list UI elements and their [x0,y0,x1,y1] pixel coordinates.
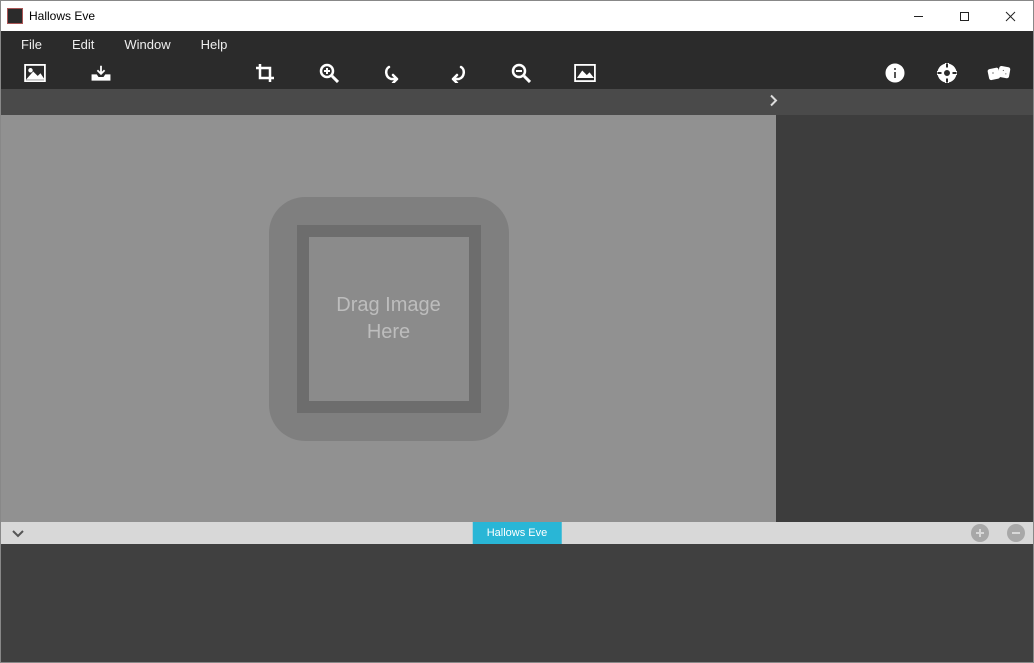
window-minimize-button[interactable] [895,1,941,31]
dropzone-label: Drag Image Here [309,237,469,401]
remove-tab-button[interactable] [1007,524,1025,542]
plus-icon [975,528,985,538]
window-titlebar: Hallows Eve [1,1,1033,31]
window-title: Hallows Eve [29,9,95,23]
fit-image-button[interactable] [573,61,597,85]
undo-button[interactable] [381,61,405,85]
menu-edit[interactable]: Edit [58,33,108,56]
info-button[interactable] [883,61,907,85]
zoom-out-button[interactable] [509,61,533,85]
add-tab-button[interactable] [971,524,989,542]
inbox-icon [90,64,112,82]
dropzone-frame: Drag Image Here [297,225,481,413]
random-button[interactable] [987,61,1011,85]
info-icon [885,63,905,83]
crop-icon [255,63,275,83]
chevron-right-icon[interactable] [768,94,778,111]
crop-button[interactable] [253,61,277,85]
bottom-panel [1,544,1033,662]
image-icon [24,64,46,82]
minus-icon [1011,528,1021,538]
redo-button[interactable] [445,61,469,85]
tab-active-label: Hallows Eve [487,527,548,539]
panel-header-strip [1,89,1033,115]
support-icon [937,63,957,83]
help-button[interactable] [935,61,959,85]
redo-icon [447,63,467,83]
picture-icon [574,64,596,82]
menu-window[interactable]: Window [110,33,184,56]
dropzone[interactable]: Drag Image Here [269,197,509,441]
window-close-button[interactable] [987,1,1033,31]
window-maximize-button[interactable] [941,1,987,31]
save-button[interactable] [89,61,113,85]
tab-strip: Hallows Eve [1,522,1033,544]
menubar: File Edit Window Help [1,31,1033,57]
zoom-in-icon [319,63,339,83]
toolbar [1,57,1033,89]
undo-icon [383,63,403,83]
main-area: Drag Image Here [1,115,1033,522]
tab-active[interactable]: Hallows Eve [473,522,562,544]
zoom-in-button[interactable] [317,61,341,85]
app-icon [7,8,23,24]
side-panel [776,115,1033,522]
menu-file[interactable]: File [7,33,56,56]
menu-help[interactable]: Help [187,33,242,56]
expand-panel-button[interactable] [11,526,25,541]
dice-icon [987,63,1011,83]
zoom-out-icon [511,63,531,83]
canvas-area[interactable]: Drag Image Here [1,115,776,522]
open-image-button[interactable] [23,61,47,85]
